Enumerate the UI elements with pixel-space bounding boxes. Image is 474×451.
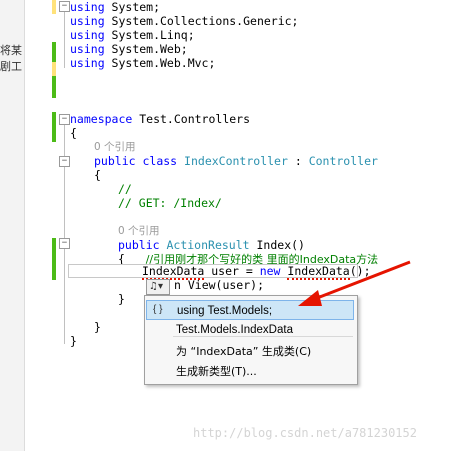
watermark: http://blog.csdn.net/a781230152 [193, 426, 417, 440]
annotation-arrow [298, 260, 411, 306]
